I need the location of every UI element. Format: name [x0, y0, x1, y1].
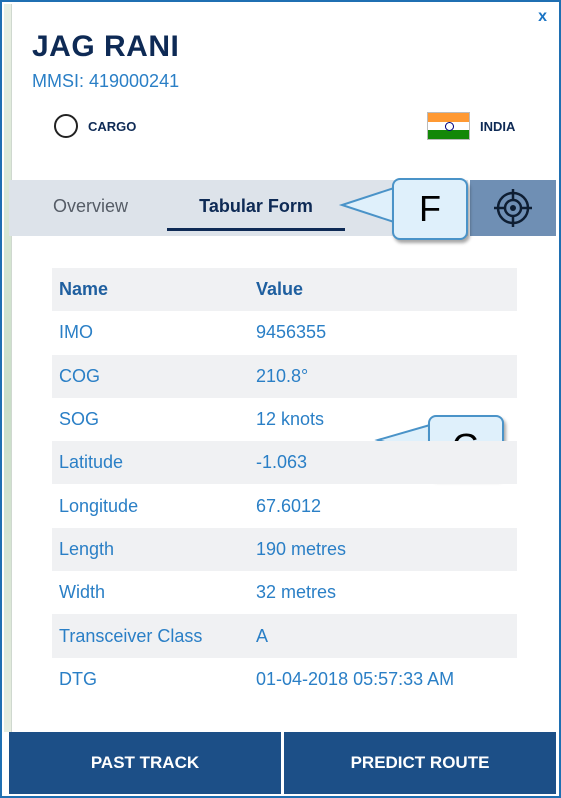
row-value: -1.063: [249, 441, 517, 485]
vessel-type-label: CARGO: [88, 118, 137, 134]
row-value: 9456355: [256, 322, 327, 343]
map-background-strip: [4, 4, 12, 732]
row-name: Length: [52, 527, 249, 572]
row-name: COG: [52, 354, 249, 398]
india-flag-icon: [427, 112, 470, 140]
locate-vessel-button[interactable]: [470, 180, 556, 236]
vessel-type: CARGO: [54, 114, 136, 138]
circle-icon: [54, 114, 78, 138]
mmsi-label: MMSI: 419000241: [32, 71, 180, 91]
row-value: A: [249, 614, 517, 658]
row-name: SOG: [59, 409, 100, 430]
column-header-name: Name: [52, 268, 249, 312]
row-value: 67.6012: [256, 495, 322, 516]
flag-country-label: INDIA: [480, 118, 516, 134]
column-header-value: Value: [249, 268, 517, 312]
active-tab-indicator: [167, 228, 345, 231]
row-value: 01-04-2018 05:57:33 AM: [256, 668, 455, 689]
row-value: 12 knots: [256, 409, 325, 430]
ship-name: JAG RANI: [32, 30, 180, 63]
row-name: Latitude: [52, 441, 249, 485]
row-value: 190 metres: [249, 527, 517, 572]
tab-overview[interactable]: Overview: [53, 180, 128, 236]
table-row: Latitude -1.063: [52, 441, 517, 485]
close-button[interactable]: x: [538, 8, 547, 26]
row-name: IMO: [59, 322, 93, 343]
vessel-flag: INDIA: [427, 112, 515, 140]
row-value: 32 metres: [256, 582, 337, 603]
callout-f: F: [392, 178, 468, 240]
table-row: Width 32 metres: [52, 571, 517, 614]
table-row: SOG 12 knots: [52, 398, 517, 441]
row-name: DTG: [59, 668, 97, 689]
action-footer: PAST TRACK PREDICT ROUTE: [9, 732, 556, 794]
table-row: IMO 9456355: [52, 311, 517, 354]
row-value: 210.8°: [249, 354, 517, 398]
table-row: Longitude 67.6012: [52, 484, 517, 527]
crosshair-target-icon: [494, 189, 532, 227]
table-row: Transceiver Class A: [52, 614, 517, 658]
row-name: Transceiver Class: [52, 614, 249, 658]
table-row: COG 210.8°: [52, 354, 517, 398]
table-header-row: Name Value: [52, 268, 517, 312]
table-row: Length 190 metres: [52, 527, 517, 572]
predict-route-button[interactable]: PREDICT ROUTE: [284, 732, 556, 794]
past-track-button[interactable]: PAST TRACK: [9, 732, 281, 794]
vessel-details-table: Name Value IMO 9456355 COG 210.8° SOG 12…: [52, 268, 517, 701]
row-name: Width: [59, 582, 106, 603]
row-name: Longitude: [59, 495, 139, 516]
table-row: DTG 01-04-2018 05:57:33 AM: [52, 658, 517, 701]
